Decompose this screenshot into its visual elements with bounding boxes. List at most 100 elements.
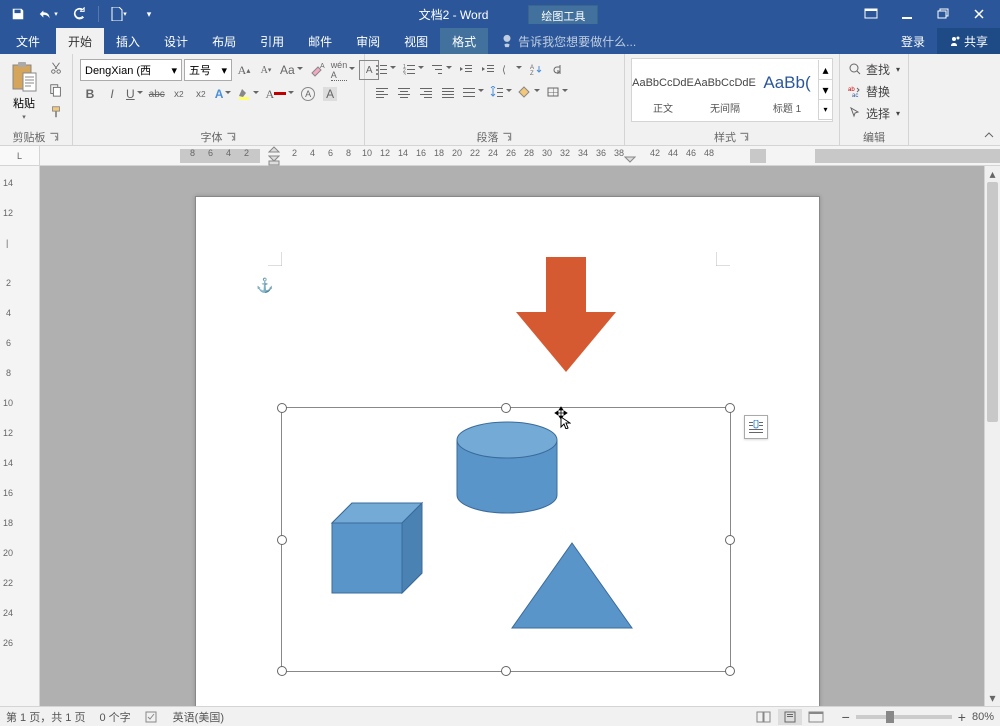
- paste-button[interactable]: 粘贴 ▾: [4, 56, 44, 126]
- superscript-button[interactable]: x2: [191, 84, 211, 104]
- align-center-button[interactable]: [394, 82, 414, 102]
- zoom-level[interactable]: 80%: [972, 711, 994, 723]
- tab-home[interactable]: 开始: [56, 28, 104, 54]
- font-color-button[interactable]: A: [263, 84, 296, 104]
- decrease-indent-button[interactable]: [456, 59, 476, 79]
- styles-dialog-launcher[interactable]: [738, 131, 750, 143]
- down-arrow-shape[interactable]: [506, 257, 626, 372]
- subscript-button[interactable]: x2: [169, 84, 189, 104]
- scroll-up-button[interactable]: ▴: [985, 166, 1000, 182]
- increase-indent-button[interactable]: [478, 59, 498, 79]
- vertical-ruler[interactable]: [0, 166, 40, 706]
- tab-file[interactable]: 文件: [0, 28, 56, 54]
- tell-me-search[interactable]: 告诉我您想要做什么...: [488, 28, 648, 54]
- tab-selector[interactable]: L: [0, 146, 40, 166]
- scroll-thumb[interactable]: [987, 182, 998, 422]
- tab-review[interactable]: 审阅: [344, 28, 392, 54]
- tab-design[interactable]: 设计: [152, 28, 200, 54]
- align-right-button[interactable]: [416, 82, 436, 102]
- style-nospacing[interactable]: AaBbCcDdE无间隔: [694, 60, 756, 120]
- tab-references[interactable]: 引用: [248, 28, 296, 54]
- redo-button[interactable]: [64, 2, 92, 26]
- restore-button[interactable]: [926, 2, 960, 26]
- page-number-status[interactable]: 第 1 页，共 1 页: [6, 709, 85, 725]
- selection-box[interactable]: [281, 407, 731, 672]
- zoom-slider[interactable]: [856, 715, 952, 719]
- horizontal-ruler[interactable]: [40, 146, 1000, 165]
- multilevel-button[interactable]: [428, 59, 454, 79]
- resize-handle-sw[interactable]: [277, 666, 287, 676]
- styles-scroll[interactable]: ▴▾▾: [818, 60, 832, 120]
- format-painter-button[interactable]: [46, 102, 66, 122]
- save-button[interactable]: [4, 2, 32, 26]
- vertical-scrollbar[interactable]: ▴ ▾: [984, 166, 1000, 706]
- resize-handle-nw[interactable]: [277, 403, 287, 413]
- numbering-button[interactable]: 123: [400, 59, 426, 79]
- triangle-shape[interactable]: [507, 538, 637, 633]
- resize-handle-n[interactable]: [501, 403, 511, 413]
- bullets-button[interactable]: [372, 59, 398, 79]
- zoom-out-button[interactable]: −: [842, 709, 850, 725]
- tab-format[interactable]: 格式: [440, 28, 488, 54]
- styles-gallery[interactable]: AaBbCcDdE正文 AaBbCcDdE无间隔 AaBb(标题 1 ▴▾▾: [631, 58, 833, 122]
- close-button[interactable]: [962, 2, 996, 26]
- minimize-button[interactable]: [890, 2, 924, 26]
- resize-handle-e[interactable]: [725, 535, 735, 545]
- web-layout-button[interactable]: [804, 709, 828, 725]
- copy-button[interactable]: [46, 80, 66, 100]
- style-heading1[interactable]: AaBb(标题 1: [756, 60, 818, 120]
- style-normal[interactable]: AaBbCcDdE正文: [632, 60, 694, 120]
- resize-handle-se[interactable]: [725, 666, 735, 676]
- clear-format-button[interactable]: A: [307, 60, 327, 80]
- tab-insert[interactable]: 插入: [104, 28, 152, 54]
- resize-handle-w[interactable]: [277, 535, 287, 545]
- layout-options-button[interactable]: [744, 415, 768, 439]
- sort-button[interactable]: AZ: [526, 59, 546, 79]
- show-hide-button[interactable]: [548, 59, 568, 79]
- zoom-in-button[interactable]: +: [958, 709, 966, 725]
- align-justify-button[interactable]: [438, 82, 458, 102]
- read-mode-button[interactable]: [752, 709, 776, 725]
- char-shading-button[interactable]: A: [320, 84, 340, 104]
- cut-button[interactable]: [46, 58, 66, 78]
- tab-layout[interactable]: 布局: [200, 28, 248, 54]
- tab-view[interactable]: 视图: [392, 28, 440, 54]
- qat-customize-button[interactable]: ▾: [135, 2, 163, 26]
- shading-button[interactable]: [516, 82, 542, 102]
- resize-handle-ne[interactable]: [725, 403, 735, 413]
- find-button[interactable]: 查找▾: [844, 58, 904, 80]
- shrink-font-button[interactable]: A▾: [256, 60, 276, 80]
- italic-button[interactable]: I: [102, 84, 122, 104]
- scroll-down-button[interactable]: ▾: [985, 690, 1000, 706]
- enclose-char-button[interactable]: A: [298, 84, 318, 104]
- change-case-button[interactable]: Aa: [278, 60, 305, 80]
- cylinder-shape[interactable]: [447, 420, 567, 520]
- highlight-button[interactable]: [235, 84, 261, 104]
- distribute-button[interactable]: [460, 82, 486, 102]
- font-family-combo[interactable]: DengXian (西▾: [80, 59, 182, 81]
- word-count-status[interactable]: 0 个字: [99, 709, 130, 725]
- signin-button[interactable]: 登录: [889, 28, 937, 54]
- font-dialog-launcher[interactable]: [225, 131, 237, 143]
- underline-button[interactable]: U: [124, 84, 145, 104]
- cube-shape[interactable]: [322, 498, 427, 603]
- asian-layout-button[interactable]: ⟨: [500, 59, 524, 79]
- clipboard-dialog-launcher[interactable]: [48, 131, 60, 143]
- collapse-ribbon-button[interactable]: [980, 127, 998, 143]
- resize-handle-s[interactable]: [501, 666, 511, 676]
- borders-button[interactable]: [544, 82, 570, 102]
- phonetic-button[interactable]: wénA: [329, 60, 358, 80]
- print-layout-button[interactable]: [778, 709, 802, 725]
- line-spacing-button[interactable]: [488, 82, 514, 102]
- font-size-combo[interactable]: 五号▾: [184, 59, 232, 81]
- strikethrough-button[interactable]: abc: [147, 84, 167, 104]
- bold-button[interactable]: B: [80, 84, 100, 104]
- share-button[interactable]: 共享: [937, 28, 1000, 54]
- tab-mailings[interactable]: 邮件: [296, 28, 344, 54]
- new-doc-button[interactable]: ▾: [105, 2, 133, 26]
- replace-button[interactable]: abac替换: [844, 80, 894, 102]
- paragraph-dialog-launcher[interactable]: [501, 131, 513, 143]
- select-button[interactable]: 选择▾: [844, 102, 904, 124]
- ribbon-options-button[interactable]: [854, 2, 888, 26]
- language-status[interactable]: 英语(美国): [173, 709, 224, 725]
